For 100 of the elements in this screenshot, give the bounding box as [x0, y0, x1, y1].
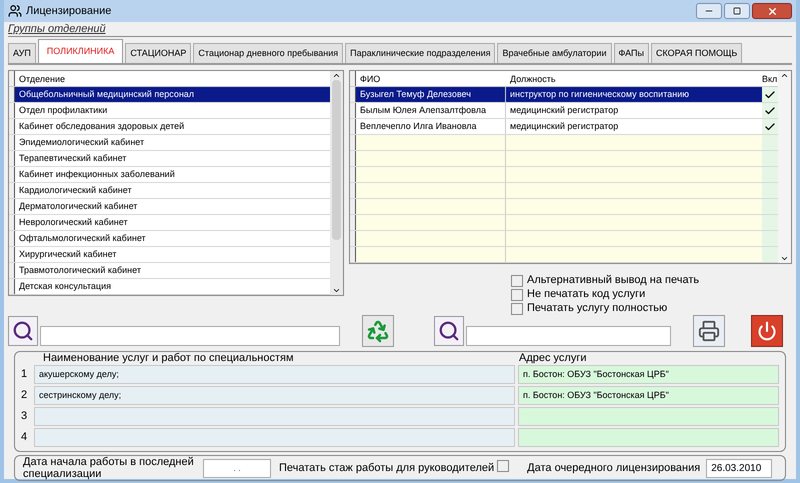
table-row[interactable]: Кардиологический кабинет: [15, 183, 330, 198]
tab[interactable]: ПОЛИКЛИНИКА: [38, 39, 124, 63]
service-name-field[interactable]: [34, 407, 515, 426]
next-license-field[interactable]: 26.03.2010: [706, 458, 772, 478]
service-name-field[interactable]: акушерскому делу;: [34, 365, 515, 384]
table-cell-text: медицинский регистратор: [509, 104, 620, 117]
row-header[interactable]: [9, 119, 15, 134]
printer-icon: [698, 320, 720, 342]
service-address-field[interactable]: п. Бостон: ОБУЗ "Бостонская ЦРБ": [518, 386, 779, 405]
print-button[interactable]: [693, 315, 725, 347]
input-field[interactable]: [40, 326, 340, 346]
row-header[interactable]: [350, 71, 356, 86]
service-address-field[interactable]: [518, 428, 779, 447]
column-header: Должность: [509, 73, 557, 86]
table-cell: Бузыгел Темуф Делезовеч: [356, 87, 506, 102]
scroll-thumb[interactable]: [332, 80, 341, 240]
next-license-label: Дата очередного лицензирования: [527, 460, 700, 476]
row-header[interactable]: [9, 247, 15, 262]
scrollbar[interactable]: [778, 71, 791, 263]
checkbox[interactable]: [511, 302, 523, 314]
checkbox-label: Альтернативный вывод на печать: [527, 274, 700, 287]
table-row[interactable]: Кабинет обследования здоровых детей: [15, 119, 330, 134]
print-preview-button[interactable]: [434, 316, 464, 346]
table-row[interactable]: Хирургический кабинет: [15, 247, 330, 262]
close-button[interactable]: [752, 3, 792, 19]
tab[interactable]: Врачебные амбулатории: [497, 43, 612, 63]
tab[interactable]: СКОРАЯ ПОМОЩЬ: [650, 43, 742, 63]
row-header[interactable]: [350, 103, 356, 118]
table-row[interactable]: Неврологический кабинет: [15, 215, 330, 230]
column-header: Вкл: [762, 73, 778, 86]
row-header[interactable]: [9, 167, 15, 182]
table-row[interactable]: Детская консультация: [15, 279, 330, 294]
checkbox-label: Не печатать код услуги: [527, 288, 646, 301]
input-field[interactable]: [466, 326, 671, 346]
column-header: Наименование услуг и работ по специальностям: [42, 352, 295, 365]
recycle-icon: [366, 319, 390, 343]
service-address-field[interactable]: [518, 407, 779, 426]
row-number: 2: [21, 388, 28, 404]
scrollbar[interactable]: [330, 71, 343, 295]
row-header[interactable]: [9, 263, 15, 278]
column-header: Адрес услуги: [518, 352, 586, 365]
checkbox[interactable]: [497, 460, 510, 472]
row-header[interactable]: [350, 87, 356, 102]
recycle-button[interactable]: [362, 315, 394, 347]
row-header[interactable]: [9, 279, 15, 294]
checkbox-label: Печатать услугу полностью: [527, 302, 668, 315]
people-icon: [8, 4, 22, 18]
row-header[interactable]: [9, 151, 15, 166]
tab[interactable]: ФАПы: [614, 43, 649, 63]
table-cell-text: инструктор по гигиеническому воспитанию: [509, 88, 690, 101]
table-row[interactable]: Травмотологический кабинет: [15, 263, 330, 278]
row-header[interactable]: [350, 119, 356, 134]
print-experience-label: Печатать стаж работы для руководителей: [279, 460, 494, 476]
table-cell-text: медицинский регистратор: [509, 120, 620, 133]
power-button[interactable]: [751, 315, 783, 347]
service-name-field[interactable]: [34, 428, 515, 447]
row-header[interactable]: [9, 199, 15, 214]
tab[interactable]: Параклинические подразделения: [345, 43, 496, 63]
row-header[interactable]: [9, 87, 15, 102]
table-cell: Веплечепло Илга Ивановла: [356, 119, 506, 134]
close-icon: [766, 6, 778, 16]
row-header[interactable]: [9, 135, 15, 150]
table-row[interactable]: Кабинет инфекционных заболеваний: [15, 167, 330, 182]
scroll-up-icon[interactable]: [780, 71, 789, 80]
table-row[interactable]: Офтальмологический кабинет: [15, 231, 330, 246]
row-header[interactable]: [9, 231, 15, 246]
tab[interactable]: Стационар дневного пребывания: [193, 43, 344, 63]
scroll-down-icon[interactable]: [780, 254, 789, 263]
row-number: 1: [21, 367, 28, 382]
table-row[interactable]: Дерматологический кабинет: [15, 199, 330, 214]
start-date-label: Дата начала работы в последней специализации: [23, 456, 195, 480]
table-row[interactable]: Терапевтический кабинет: [15, 151, 330, 166]
checkbox[interactable]: [511, 288, 523, 300]
service-address-field[interactable]: п. Бостон: ОБУЗ "Бостонская ЦРБ": [518, 365, 779, 384]
tab[interactable]: СТАЦИОНАР: [125, 43, 192, 63]
column-header: ФИО: [359, 73, 382, 86]
row-header[interactable]: [9, 215, 15, 230]
start-date-field[interactable]: . .: [203, 458, 271, 478]
scroll-down-icon[interactable]: [332, 286, 341, 295]
print-preview-button[interactable]: [8, 316, 38, 346]
row-number: 4: [21, 430, 28, 446]
row-header[interactable]: [9, 103, 15, 118]
maximize-icon: [733, 7, 741, 15]
group-label: Группы отделений: [8, 22, 792, 37]
table-row[interactable]: Отдел профилактики: [15, 103, 330, 118]
search-icon: [438, 320, 460, 342]
table-row[interactable]: Бузыгел Темуф Делезовеч инструктор по гигиеническому воспитанию: [356, 87, 762, 102]
row-header[interactable]: [9, 71, 15, 86]
restore-button[interactable]: [724, 3, 750, 19]
column-header: Отделение: [18, 73, 66, 86]
row-header[interactable]: [9, 183, 15, 198]
checkbox[interactable]: [511, 274, 523, 286]
table-row[interactable]: Общебольничный медицинский персонал: [15, 87, 330, 102]
power-icon: [757, 321, 777, 341]
row-number: 3: [21, 409, 28, 424]
table-row[interactable]: Эпидемиологический кабинет: [15, 135, 330, 150]
tab[interactable]: АУП: [8, 43, 36, 63]
table-cell: Былым Юлея Алепзалтфовла: [356, 103, 506, 118]
scroll-up-icon[interactable]: [332, 71, 341, 80]
service-name-field[interactable]: сестринскому делу;: [34, 386, 515, 405]
